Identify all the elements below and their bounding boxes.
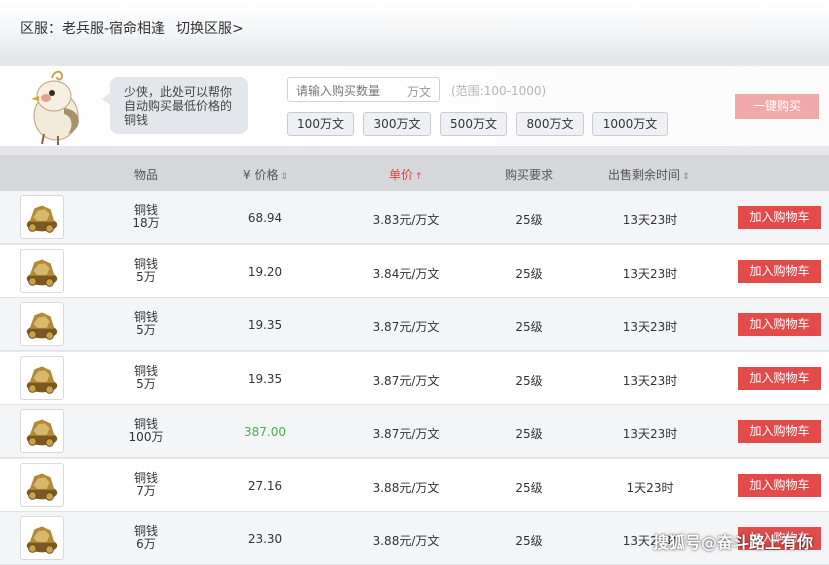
sort-updown-icon: ⇕ <box>280 172 288 182</box>
add-to-cart-button[interactable]: 加入购物车 <box>738 473 821 497</box>
watermark: 搜狐号@奋斗路上有你 <box>652 533 813 552</box>
unit-price-cell: 3.83元/万文 <box>372 213 440 227</box>
price-cell: 387.00 <box>244 425 286 439</box>
unit-price-cell: 3.87元/万文 <box>372 320 440 334</box>
unit-price-cell: 3.88元/万文 <box>372 480 440 495</box>
table-row: 铜钱 18万 68.94 3.83元/万文 25级 13天23时 加入购物车 <box>0 191 829 244</box>
add-to-cart-button[interactable]: 加入购物车 <box>738 206 821 229</box>
quantity-input[interactable] <box>294 81 402 100</box>
item-amount: 5万 <box>136 323 156 337</box>
server-bar: 区服：老兵服-宿命相逢 切换区服> <box>0 0 829 55</box>
item-amount: 5万 <box>136 269 156 284</box>
column-requirement: 购买要求 <box>505 168 554 182</box>
table-row: 铜钱 5万 19.35 3.87元/万文 25级 13天23时 加入购物车 <box>0 298 829 351</box>
sort-updown-icon: ⇕ <box>682 172 690 182</box>
requirement-cell: 25级 <box>515 213 543 227</box>
copper-coin-icon <box>20 409 64 453</box>
add-to-cart-button[interactable]: 加入购物车 <box>738 313 821 336</box>
table-header: 物品 ¥ 价格 ⇕ 单价 ↑ 购买要求 出售剩余时间 ⇕ <box>0 155 829 191</box>
copper-coin-icon <box>20 195 64 239</box>
copper-coin-icon <box>20 248 64 293</box>
preset-800-button[interactable]: 800万文 <box>516 112 584 136</box>
requirement-cell: 25级 <box>515 480 543 495</box>
copper-coin-icon <box>20 302 64 346</box>
copper-coin-icon <box>20 355 64 400</box>
range-hint: (范围:100-1000) <box>451 84 547 98</box>
price-cell: 19.35 <box>247 371 283 386</box>
unit-price-cell: 3.87元/万文 <box>372 427 440 441</box>
preset-1000-button[interactable]: 1000万文 <box>592 112 668 136</box>
requirement-cell: 25级 <box>515 320 543 334</box>
unit-price-cell: 3.84元/万文 <box>372 266 440 281</box>
one-click-buy-button[interactable]: 一键购买 <box>735 94 819 119</box>
item-amount: 5万 <box>136 376 156 391</box>
item-name: 铜钱 <box>133 470 158 485</box>
price-cell: 19.35 <box>247 318 283 332</box>
price-cell: 68.94 <box>247 211 283 225</box>
assistant-speech-bubble: 少侠，此处可以帮你 自动购买最低价格的 铜钱 <box>102 77 248 134</box>
item-amount: 6万 <box>136 537 156 551</box>
item-amount: 7万 <box>136 483 156 498</box>
quantity-unit: 万文 <box>406 85 431 99</box>
item-cell: 铜钱 18万 <box>116 204 176 230</box>
item-cell: 铜钱 5万 <box>116 256 176 284</box>
bubble-line: 铜钱 <box>124 113 149 127</box>
price-cell: 19.20 <box>247 264 283 279</box>
price-cell: 27.16 <box>247 478 283 493</box>
table-row: 铜钱 100万 387.00 3.87元/万文 25级 13天23时 加入购物车 <box>0 405 829 458</box>
switch-server-link[interactable]: 切换区服> <box>176 18 244 38</box>
unit-price-cell: 3.87元/万文 <box>372 373 440 388</box>
time-left-cell: 13天23时 <box>622 320 678 334</box>
item-name: 铜钱 <box>133 363 158 378</box>
time-left-cell: 13天23时 <box>622 213 678 227</box>
copper-coin-icon <box>20 462 64 507</box>
requirement-cell: 25级 <box>515 373 543 388</box>
requirement-cell: 25级 <box>515 427 543 441</box>
preset-300-button[interactable]: 300万文 <box>363 112 431 136</box>
column-time-sort[interactable]: 出售剩余时间 ⇕ <box>608 166 690 183</box>
server-label: 区服：老兵服-宿命相逢 <box>20 21 166 37</box>
add-to-cart-button[interactable]: 加入购物车 <box>738 259 821 283</box>
unit-price-cell: 3.88元/万文 <box>372 534 440 548</box>
auto-buy-panel: 少侠，此处可以帮你 自动购买最低价格的 铜钱 万文 (范围:100-1000) … <box>0 66 829 146</box>
preset-500-button[interactable]: 500万文 <box>440 112 507 136</box>
item-amount: 100万 <box>128 430 164 444</box>
table-row: 铜钱 5万 19.35 3.87元/万文 25级 13天23时 加入购物车 <box>0 351 829 405</box>
time-left-cell: 13天23时 <box>622 427 678 441</box>
table-row: 铜钱 7万 27.16 3.88元/万文 25级 1天23时 加入购物车 <box>0 458 829 512</box>
item-name: 铜钱 <box>133 256 158 271</box>
mascot-bird-icon <box>31 70 79 145</box>
item-cell: 铜钱 6万 <box>116 525 176 551</box>
requirement-cell: 25级 <box>515 266 543 281</box>
copper-coin-icon <box>20 516 64 560</box>
requirement-cell: 25级 <box>515 534 543 548</box>
item-cell: 铜钱 5万 <box>116 311 176 337</box>
add-to-cart-button[interactable]: 加入购物车 <box>738 420 821 443</box>
time-left-cell: 13天23时 <box>622 266 678 281</box>
sort-up-icon: ↑ <box>415 172 423 182</box>
column-time-label: 出售剩余时间 <box>608 168 681 182</box>
column-unit-label: 单价 <box>389 168 414 182</box>
table-row: 铜钱 5万 19.20 3.84元/万文 25级 13天23时 加入购物车 <box>0 244 829 298</box>
item-amount: 18万 <box>132 216 160 230</box>
add-to-cart-button[interactable]: 加入购物车 <box>738 366 821 390</box>
time-left-cell: 13天23时 <box>622 373 678 388</box>
bubble-line: 少侠，此处可以帮你 <box>124 85 233 99</box>
preset-100-button[interactable]: 100万文 <box>287 112 354 136</box>
item-cell: 铜钱 5万 <box>116 363 176 391</box>
bubble-line: 自动购买最低价格的 <box>124 99 233 113</box>
column-price-label: ¥ 价格 <box>243 168 279 182</box>
time-left-cell: 1天23时 <box>626 480 674 495</box>
item-cell: 铜钱 100万 <box>116 418 176 444</box>
quantity-field[interactable]: 万文 <box>287 77 440 102</box>
column-unit-sort[interactable]: 单价 ↑ <box>389 166 423 183</box>
item-cell: 铜钱 7万 <box>116 470 176 498</box>
column-item: 物品 <box>134 168 159 182</box>
column-price-sort[interactable]: ¥ 价格 ⇕ <box>243 166 288 183</box>
price-cell: 23.30 <box>247 532 283 546</box>
